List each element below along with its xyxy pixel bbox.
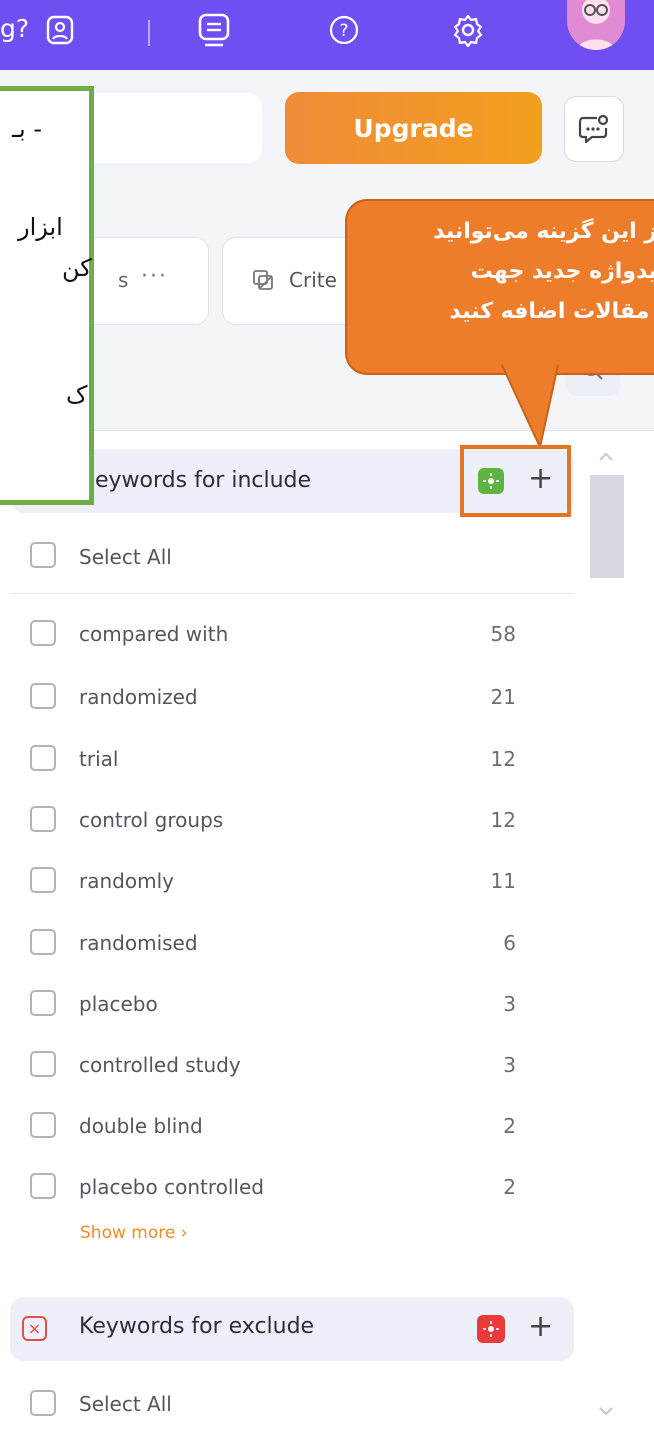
exclude-tag-icon[interactable] [477, 1315, 505, 1343]
keyword-count: 2 [503, 1114, 516, 1138]
note-line: کن [62, 254, 92, 282]
keyword-label: compared with [79, 622, 229, 646]
exclude-group-title: Keywords for exclude [79, 1314, 315, 1339]
keyword-count: 12 [490, 808, 516, 832]
more-menu-icon[interactable]: ··· [141, 264, 168, 289]
scroll-up-icon[interactable] [597, 448, 615, 467]
tab-criteria-label: Crite [289, 268, 337, 292]
select-all-include-label: Select All [79, 545, 172, 569]
divider [10, 593, 574, 594]
note-line: ک [66, 381, 88, 409]
callout-line: ز این گزینه می‌توانید [433, 219, 654, 244]
keyword-checkbox[interactable] [30, 1173, 56, 1199]
keyword-checkbox[interactable] [30, 867, 56, 893]
note-line: - بـ [12, 115, 42, 143]
keyword-checkbox[interactable] [30, 929, 56, 955]
keyword-label: controlled study [79, 1053, 241, 1077]
keyword-checkbox[interactable] [30, 1112, 56, 1138]
top-bar: g? ? [0, 0, 654, 70]
keyword-count: 21 [490, 685, 516, 709]
keyword-count: 2 [503, 1175, 516, 1199]
keyword-count: 3 [503, 1053, 516, 1077]
topbar-divider [148, 20, 150, 46]
avatar[interactable] [567, 0, 625, 50]
keyword-label: trial [79, 747, 119, 771]
keyword-count: 58 [490, 622, 516, 646]
select-all-exclude-label: Select All [79, 1392, 172, 1416]
keyword-checkbox[interactable] [30, 806, 56, 832]
keyword-label: control groups [79, 808, 224, 832]
keyword-label: placebo controlled [79, 1175, 264, 1199]
note-line: ابزار [18, 213, 63, 241]
help-icon[interactable]: ? [322, 8, 366, 52]
tab-label: s [118, 268, 129, 292]
user-badge-icon[interactable] [38, 8, 82, 52]
keyword-label: randomly [79, 869, 174, 893]
callout-line: ّ مقالات اضافه کنید [449, 299, 654, 324]
keyword-checkbox[interactable] [30, 745, 56, 771]
callout-tail [501, 365, 559, 447]
close-icon: × [22, 1316, 47, 1341]
show-more-link[interactable]: Show more › [80, 1223, 188, 1243]
keyword-count: 12 [490, 747, 516, 771]
chat-icon[interactable] [564, 96, 624, 162]
keyword-count: 3 [503, 992, 516, 1016]
keyword-count: 6 [503, 931, 516, 955]
keyword-count: 11 [490, 869, 516, 893]
keyword-label: randomized [79, 685, 198, 709]
include-tag-icon[interactable] [478, 468, 504, 494]
criteria-icon [251, 268, 275, 296]
select-all-include-checkbox[interactable] [30, 542, 56, 568]
svg-text:?: ? [339, 21, 348, 41]
keyword-checkbox[interactable] [30, 620, 56, 646]
annotation-note-box: - بـ ابزار کن ک [0, 86, 94, 505]
highlight-frame [460, 445, 571, 517]
scrollbar-thumb[interactable] [590, 475, 624, 578]
include-group-title: eywords for include [95, 468, 312, 493]
topbar-partial-text: g? [0, 14, 30, 43]
keyword-checkbox[interactable] [30, 990, 56, 1016]
keyword-checkbox[interactable] [30, 683, 56, 709]
keyboard-icon[interactable] [192, 8, 236, 52]
add-exclude-keyword-icon[interactable]: + [528, 1312, 553, 1342]
select-all-exclude-checkbox[interactable] [30, 1390, 56, 1416]
keyword-label: placebo [79, 992, 158, 1016]
keyword-checkbox[interactable] [30, 1051, 56, 1077]
keyword-label: randomised [79, 931, 198, 955]
upgrade-button[interactable]: Upgrade [285, 92, 542, 164]
annotation-callout: ز این گزینه می‌توانید ّیدواژه جدید جهت ّ… [345, 199, 654, 375]
keyword-label: double blind [79, 1114, 203, 1138]
scroll-down-icon[interactable] [597, 1402, 615, 1421]
gear-icon[interactable] [446, 8, 490, 52]
callout-line: ّیدواژه جدید جهت [470, 259, 654, 284]
